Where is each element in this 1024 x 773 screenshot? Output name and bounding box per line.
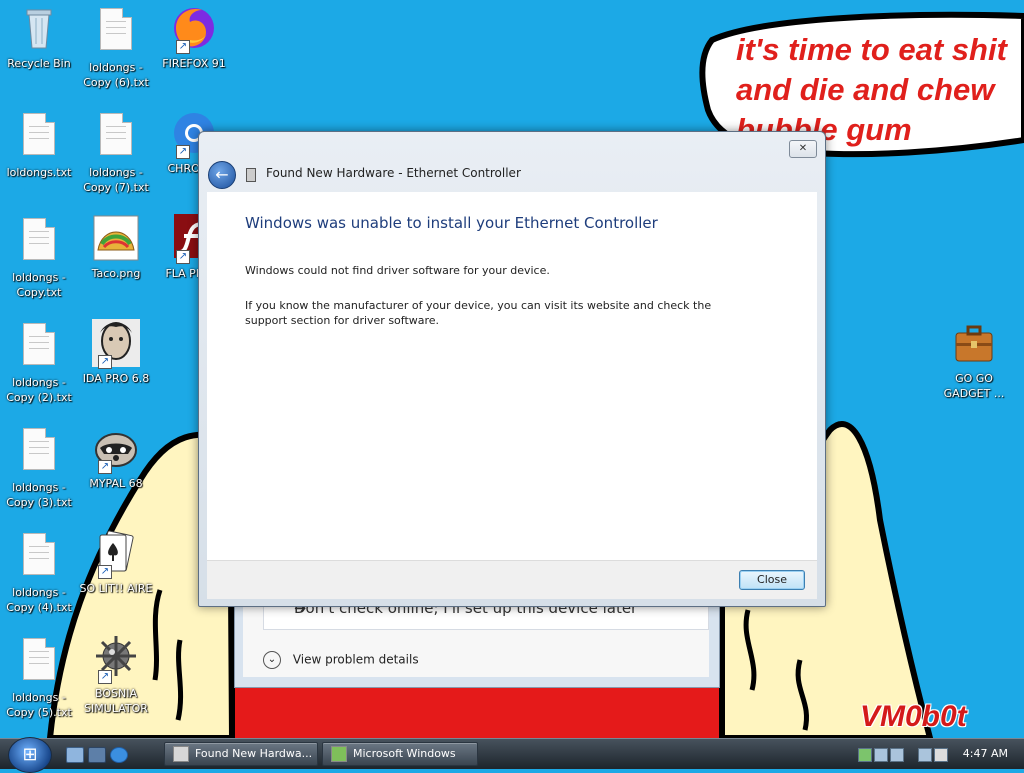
icon-label: loldongs - Copy (4).txt xyxy=(6,586,72,614)
speech-line-2: and die and chew xyxy=(736,72,995,107)
text-file-icon xyxy=(92,113,140,161)
dialog-content: Windows was unable to install your Ether… xyxy=(207,192,817,560)
icon-label: loldongs - Copy (7).txt xyxy=(83,166,149,194)
speech-line-1: it's time to eat shit xyxy=(736,32,1007,67)
view-problem-details-toggle[interactable]: ⌄ View problem details xyxy=(263,651,419,669)
back-arrow-button[interactable]: ← xyxy=(208,161,236,189)
taskbar-item-found-new-hardware[interactable]: Found New Hardwa... xyxy=(164,742,318,766)
text-file-icon xyxy=(15,113,63,161)
desktop-icon-loldongs-copy-3[interactable]: loldongs - Copy (3).txt xyxy=(1,424,77,510)
dialog-heading: Windows was unable to install your Ether… xyxy=(245,214,658,232)
shortcut-arrow-icon: ↗ xyxy=(98,670,112,684)
mypal-raccoon-icon: ↗ xyxy=(92,424,140,474)
show-desktop-icon[interactable] xyxy=(66,747,84,763)
icon-label: loldongs - Copy (2).txt xyxy=(6,376,72,404)
icon-label: SO LIT!! AIRE xyxy=(79,582,153,595)
internet-explorer-icon[interactable] xyxy=(110,747,128,763)
switch-windows-icon[interactable] xyxy=(88,747,106,763)
windows-setup-icon xyxy=(331,746,347,762)
text-file-icon xyxy=(15,533,63,581)
desktop-icon-loldongs-copy[interactable]: loldongs - Copy.txt xyxy=(1,214,77,300)
clock[interactable]: 4:47 AM xyxy=(963,747,1008,760)
hardware-icon xyxy=(246,168,256,182)
text-file-icon xyxy=(15,638,63,686)
desktop-icon-bosnia-simulator[interactable]: ↗ BOSNIA SIMULATOR xyxy=(78,634,154,716)
icon-label: IDA PRO 6.8 xyxy=(82,372,150,385)
back-arrow-icon: ← xyxy=(215,165,229,184)
shortcut-arrow-icon: ↗ xyxy=(98,355,112,369)
text-file-icon xyxy=(15,323,63,371)
desktop-icon-mypal[interactable]: ↗ MYPAL 68 xyxy=(78,424,154,491)
icon-label: loldongs - Copy.txt xyxy=(12,271,66,299)
network-icon[interactable] xyxy=(890,748,904,762)
details-label: View problem details xyxy=(292,652,419,667)
desktop-icon-firefox[interactable]: ↗ FIREFOX 91 xyxy=(156,4,232,71)
icon-label: loldongs - Copy (3).txt xyxy=(6,481,72,509)
icon-label: MYPAL 68 xyxy=(89,477,143,490)
briefcase-icon xyxy=(950,319,998,367)
icon-label: loldongs - Copy (6).txt xyxy=(83,61,149,89)
shortcut-arrow-icon: ↗ xyxy=(176,40,190,54)
icon-label: BOSNIA SIMULATOR xyxy=(84,687,148,715)
close-button[interactable]: Close xyxy=(739,570,805,590)
artist-signature: VM0b0t xyxy=(860,700,967,733)
taskbar: ⊞ Found New Hardwa... Microsoft Windows … xyxy=(0,737,1024,773)
shortcut-arrow-icon: ↗ xyxy=(98,565,112,579)
window-close-button[interactable]: ✕ xyxy=(789,140,817,158)
taskbar-item-microsoft-windows[interactable]: Microsoft Windows xyxy=(322,742,478,766)
shortcut-arrow-icon: ↗ xyxy=(98,460,112,474)
desktop-icon-go-go-gadget[interactable]: GO GO GADGET ... xyxy=(936,319,1012,401)
icon-label: loldongs.txt xyxy=(6,166,72,179)
text-file-icon xyxy=(15,218,63,266)
taco-image-icon xyxy=(92,214,140,262)
recycle-bin-icon xyxy=(15,4,63,52)
windows-logo-icon: ⊞ xyxy=(22,744,38,765)
desktop-icon-loldongs[interactable]: loldongs.txt xyxy=(1,109,77,180)
system-tray: 4:47 AM xyxy=(854,739,1024,769)
text-file-icon xyxy=(15,428,63,476)
shortcut-arrow-icon: ↗ xyxy=(176,145,190,159)
chevron-down-icon: ⌄ xyxy=(263,651,281,669)
desktop-icon-recycle-bin[interactable]: Recycle Bin xyxy=(1,4,77,71)
task-label: Microsoft Windows xyxy=(353,747,456,760)
icon-label: Recycle Bin xyxy=(7,57,71,70)
desktop-icon-loldongs-copy-2[interactable]: loldongs - Copy (2).txt xyxy=(1,319,77,405)
desktop-icon-ida-pro[interactable]: ↗ IDA PRO 6.8 xyxy=(78,319,154,386)
icon-label: Taco.png xyxy=(91,267,141,280)
icon-label: loldongs - Copy (5).txt xyxy=(6,691,72,719)
shortcut-arrow-icon: ↗ xyxy=(176,250,190,264)
device-icon[interactable] xyxy=(874,748,888,762)
solitaire-icon: ↗ xyxy=(92,529,140,579)
dialog-message-1: Windows could not find driver software f… xyxy=(245,264,550,277)
task-label: Found New Hardwa... xyxy=(195,747,313,760)
dialog-footer: Close xyxy=(207,560,817,599)
mine-icon: ↗ xyxy=(92,634,140,684)
dialog-title: Found New Hardware - Ethernet Controller xyxy=(266,166,521,180)
desktop-icon-loldongs-copy-6[interactable]: loldongs - Copy (6).txt xyxy=(78,4,154,90)
battery-icon[interactable] xyxy=(858,748,872,762)
desktop-icon-loldongs-copy-7[interactable]: loldongs - Copy (7).txt xyxy=(78,109,154,195)
volume-muted-icon[interactable] xyxy=(934,748,948,762)
desktop-icon-loldongs-copy-5[interactable]: loldongs - Copy (5).txt xyxy=(1,634,77,720)
icon-label: GO GO GADGET ... xyxy=(943,372,1005,400)
desktop-icon-loldongs-copy-4[interactable]: loldongs - Copy (4).txt xyxy=(1,529,77,615)
firefox-icon: ↗ xyxy=(170,4,218,54)
hardware-icon xyxy=(173,746,189,762)
desktop-icon-solitaire[interactable]: ↗ SO LIT!! AIRE xyxy=(78,529,154,596)
desktop-icon-taco[interactable]: Taco.png xyxy=(78,214,154,281)
ida-pro-icon: ↗ xyxy=(92,319,140,369)
text-file-icon xyxy=(92,8,140,56)
dialog-message-2: If you know the manufacturer of your dev… xyxy=(245,299,712,327)
icon-label: FIREFOX 91 xyxy=(162,57,226,70)
network-disconnected-icon[interactable] xyxy=(918,748,932,762)
found-new-hardware-dialog: ✕ ← Found New Hardware - Ethernet Contro… xyxy=(198,131,826,607)
